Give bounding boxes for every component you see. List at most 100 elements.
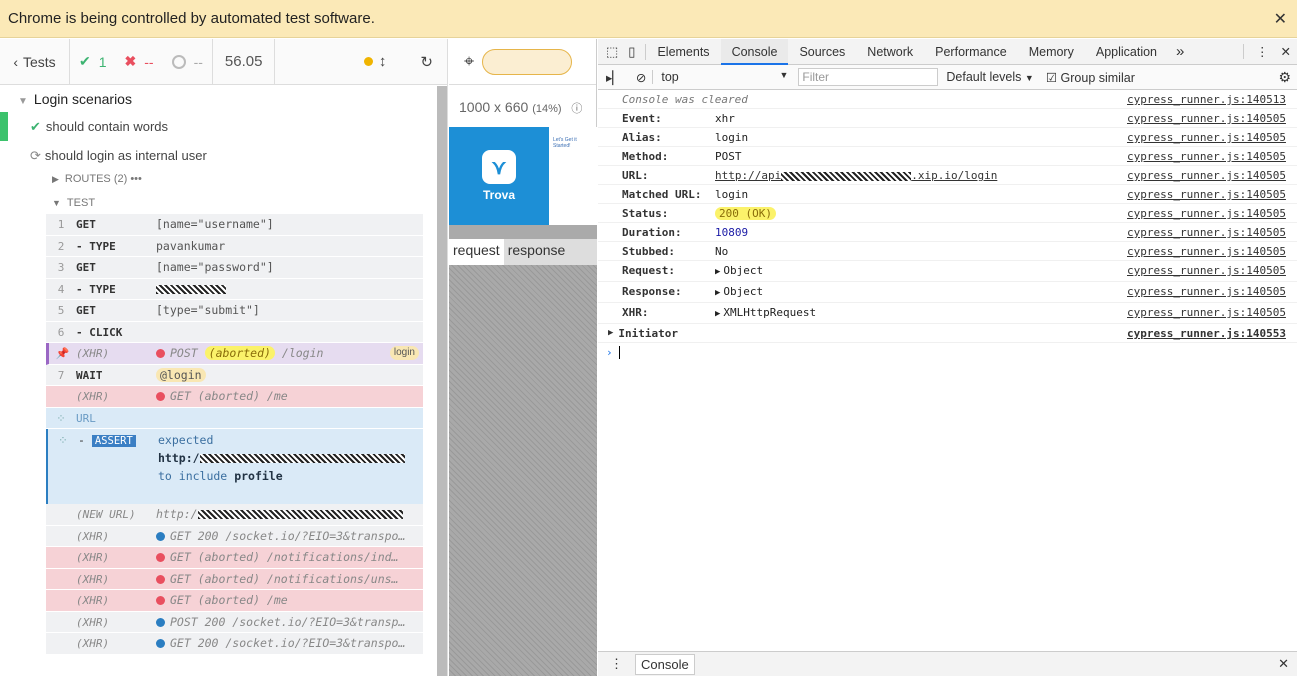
triangle-down-icon: ▼ bbox=[52, 198, 61, 208]
spinner-icon: ⟳ bbox=[30, 148, 41, 163]
close-icon[interactable]: ✕ bbox=[1278, 656, 1297, 672]
status-dot-icon bbox=[156, 574, 165, 584]
xhr-login-row[interactable]: 📌 (XHR) POST (aborted) /login login bbox=[46, 343, 423, 365]
command-row[interactable]: 4- TYPE bbox=[46, 278, 423, 300]
console-drawer: ⋮ Console ✕ bbox=[598, 651, 1297, 676]
console-output: Console was cleared cypress_runner.js:140… bbox=[598, 90, 1297, 362]
levels-select[interactable]: Default levels ▼ bbox=[946, 70, 1033, 84]
console-line: Stubbed: No cypress_runner.js:140505 bbox=[598, 242, 1297, 261]
spinner-icon: ⁘ bbox=[58, 433, 68, 447]
tab-memory[interactable]: Memory bbox=[1018, 39, 1085, 65]
console-prompt[interactable]: › bbox=[598, 343, 1297, 362]
automation-infobar: Chrome is being controlled by automated … bbox=[0, 0, 1297, 38]
scrollbar[interactable] bbox=[437, 86, 447, 676]
info-icon[interactable]: ⓘ bbox=[571, 103, 582, 115]
prompt-icon: › bbox=[606, 346, 613, 359]
inspect-icon[interactable]: ⬚ bbox=[598, 44, 626, 60]
failed-count: ✖ -- bbox=[124, 53, 154, 70]
triangle-right-icon: ▶ bbox=[608, 328, 614, 338]
tab-application[interactable]: Application bbox=[1085, 39, 1168, 65]
xhr-row[interactable]: (XHR) GET 200 /socket.io/?EIO=3&transpo… bbox=[46, 633, 423, 655]
tab-sources[interactable]: Sources bbox=[788, 39, 856, 65]
status-dot-icon bbox=[156, 531, 165, 541]
command-row[interactable]: 1 GET [name="username"] bbox=[46, 214, 423, 236]
command-row[interactable]: 3 GET [name="password"] bbox=[46, 257, 423, 279]
xhr-row[interactable]: (XHR) GET 200 /socket.io/?EIO=3&transpo… bbox=[46, 525, 423, 547]
assert-row[interactable]: ⁘ - ASSERT expected http:/ to include pr… bbox=[46, 429, 423, 504]
response-tabs: request response bbox=[449, 239, 597, 265]
command-row[interactable]: 5 GET [type="submit"] bbox=[46, 300, 423, 322]
xhr-row[interactable]: (XHR) POST 200 /socket.io/?EIO=3&transp… bbox=[46, 611, 423, 633]
close-icon[interactable]: ✕ bbox=[1281, 44, 1297, 59]
command-log: 1 GET [name="username"] 2- TYPE pavankumar … bbox=[46, 214, 423, 655]
triangle-right-icon[interactable]: ▶ bbox=[715, 288, 720, 298]
kebab-menu-icon[interactable]: ⋮ bbox=[598, 656, 635, 672]
command-row[interactable]: 2- TYPE pavankumar bbox=[46, 235, 423, 257]
xhr-row[interactable]: (XHR) GET (aborted) /notifications/ind… bbox=[46, 547, 423, 569]
settings-icon[interactable]: ⚙ bbox=[1278, 69, 1297, 86]
x-icon: ✖ bbox=[124, 53, 137, 69]
command-row[interactable]: 6- CLICK bbox=[46, 321, 423, 343]
url-row[interactable]: ⁘ URL bbox=[46, 407, 423, 429]
passed-count: ✔ 1 bbox=[79, 53, 107, 70]
console-toolbar: ▸▏ ⊘ top ▼ Filter Default levels ▼ ☑ Grou… bbox=[598, 65, 1297, 90]
new-url-row[interactable]: (NEW URL) http:/ bbox=[46, 504, 423, 526]
redacted-mark bbox=[156, 284, 226, 294]
console-line: Event: xhr cypress_runner.js:140505 bbox=[598, 109, 1297, 128]
console-line: XHR: ▶ XMLHttpRequest cypress_runner.js:140… bbox=[598, 303, 1297, 324]
viewport-info: 1000 x 660 (14%) ⓘ bbox=[459, 99, 583, 115]
xhr-row[interactable]: (XHR) GET (aborted) /me bbox=[46, 590, 423, 612]
app-preview[interactable]: ⋎ Trova Let's Get it Started! bbox=[449, 127, 597, 225]
test-section-toggle[interactable]: ▼ TEST bbox=[52, 197, 95, 209]
filter-input[interactable]: Filter bbox=[798, 68, 939, 86]
pending-icon bbox=[171, 54, 186, 69]
status-dot-icon bbox=[156, 392, 165, 401]
clear-icon[interactable]: ⊘ bbox=[630, 70, 652, 85]
suite-title[interactable]: ▼ Login scenarios bbox=[18, 91, 132, 107]
status-dot-icon bbox=[363, 57, 373, 66]
console-line: URL: http://api .xip.io/login cypress_runne… bbox=[598, 166, 1297, 185]
drawer-tab-console[interactable]: Console bbox=[635, 653, 695, 675]
restart-icon[interactable]: ↻ bbox=[420, 53, 433, 71]
pass-marker bbox=[0, 112, 8, 141]
console-line: Duration: 10809 cypress_runner.js:140505 bbox=[598, 223, 1297, 242]
status-dot-icon bbox=[156, 553, 165, 562]
tab-console[interactable]: Console bbox=[720, 38, 789, 65]
resize-icon[interactable]: ↕ bbox=[379, 53, 387, 70]
pending-count: -- bbox=[163, 39, 212, 85]
devtools-tabs: ⬚ ▯ Elements Console Sources Network Perform… bbox=[598, 38, 1297, 65]
cypress-reporter: ‹ Tests ✔ 1 ✖ -- -- 56.05 ↕ ↻ ▼ Login scenar… bbox=[0, 38, 448, 676]
sidebar-icon[interactable]: ▸▏ bbox=[598, 70, 630, 85]
xhr-row[interactable]: (XHR) GET (aborted) /me bbox=[46, 386, 423, 408]
check-icon: ✔ bbox=[79, 53, 91, 69]
triangle-right-icon[interactable]: ▶ bbox=[715, 267, 720, 277]
close-icon[interactable]: ✕ bbox=[1274, 9, 1287, 29]
kebab-menu-icon[interactable]: ⋮ bbox=[1243, 44, 1281, 59]
xhr-row[interactable]: (XHR) GET (aborted) /notifications/uns… bbox=[46, 568, 423, 590]
app-under-test-panel: ⌖ 1000 x 660 (14%) ⓘ ⋎ Trova Let's Get it… bbox=[449, 39, 597, 676]
test-item-login[interactable]: ⟳ should login as internal user bbox=[30, 148, 207, 164]
redacted-mark bbox=[197, 510, 403, 519]
triangle-right-icon[interactable]: ▶ bbox=[715, 309, 720, 319]
selector-playground-icon[interactable]: ⌖ bbox=[464, 51, 474, 72]
tab-request[interactable]: request bbox=[449, 239, 504, 265]
tab-network[interactable]: Network bbox=[856, 39, 924, 65]
tab-elements[interactable]: Elements bbox=[646, 39, 720, 65]
group-similar-checkbox[interactable]: ☑ Group similar bbox=[1046, 70, 1135, 85]
initiator-line[interactable]: ▶ Initiator cypress_runner.js:140553 bbox=[598, 324, 1297, 343]
console-line: Response: ▶ Object cypress_runner.js:140505 bbox=[598, 282, 1297, 303]
routes-toggle[interactable]: ▶ ROUTES (2) ••• bbox=[52, 173, 142, 185]
device-icon[interactable]: ▯ bbox=[626, 43, 647, 60]
tab-performance[interactable]: Performance bbox=[924, 39, 1018, 65]
context-select[interactable]: top ▼ bbox=[652, 70, 792, 84]
tab-response[interactable]: response bbox=[504, 239, 570, 265]
url-bar[interactable] bbox=[482, 48, 573, 75]
more-tabs[interactable]: » bbox=[1168, 43, 1192, 60]
checkbox-icon: ☑ bbox=[1045, 70, 1058, 85]
check-icon: ✔ bbox=[30, 119, 41, 134]
tests-button[interactable]: ‹ Tests bbox=[0, 38, 70, 85]
wait-row[interactable]: 7 WAIT @login bbox=[46, 364, 423, 386]
test-item-contain-words[interactable]: ✔ should contain words bbox=[30, 119, 168, 135]
status-dot-icon bbox=[156, 349, 165, 358]
console-line: Alias: login cypress_runner.js:140505 bbox=[598, 128, 1297, 147]
